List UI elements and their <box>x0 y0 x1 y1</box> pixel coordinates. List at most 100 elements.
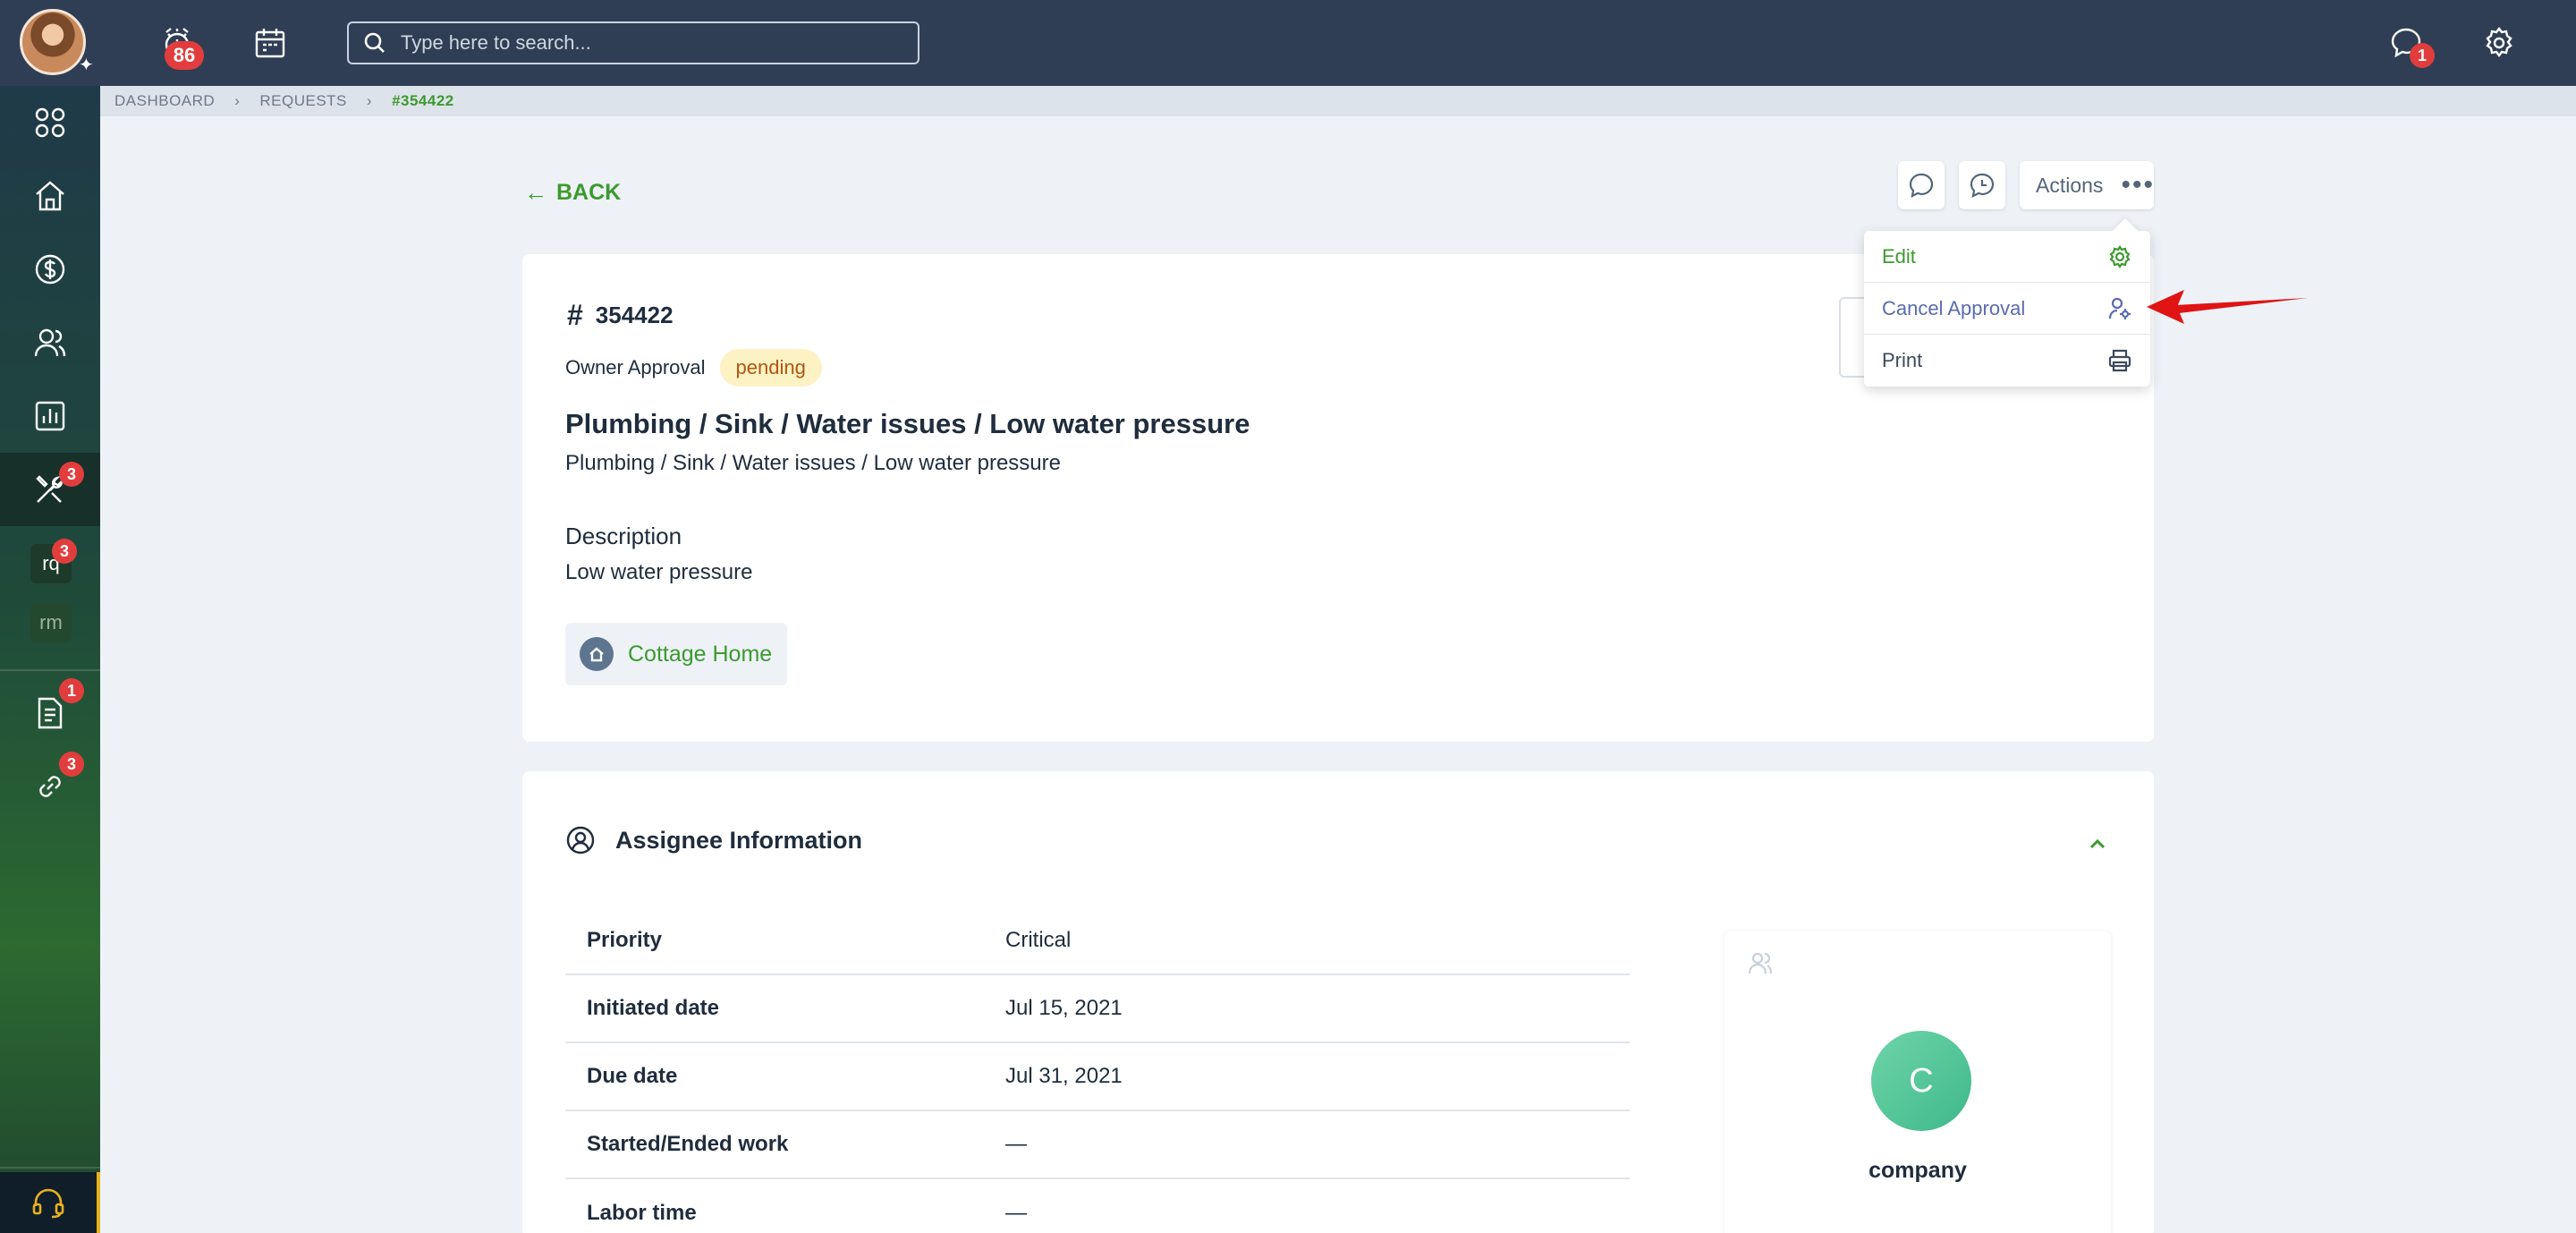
home-icon <box>36 181 64 211</box>
house-icon <box>580 637 614 671</box>
description-label: Description <box>565 523 682 549</box>
clock-history-icon <box>1970 173 1995 198</box>
printer-icon <box>2108 349 2131 372</box>
breadcrumb-dashboard[interactable]: DASHBOARD <box>114 92 215 110</box>
assignee-card: Assignee Information Priority Critical I… <box>522 771 2154 1233</box>
grid-icon <box>35 107 65 138</box>
settings-gear-icon[interactable] <box>2476 20 2522 66</box>
table-row: Initiated date Jul 15, 2021 <box>565 975 1630 1043</box>
table-row: Priority Critical <box>565 907 1630 975</box>
user-gear-icon <box>2108 297 2131 319</box>
search-icon <box>364 32 385 53</box>
menu-item-cancel-approval-label: Cancel Approval <box>1882 296 2026 319</box>
approval-label: Owner Approval <box>565 356 706 378</box>
property-name: Cottage Home <box>628 641 773 667</box>
link-icon <box>39 776 61 797</box>
menu-item-print[interactable]: Print <box>1864 335 2150 387</box>
sidebar-item-links[interactable] <box>0 750 100 823</box>
chart-icon <box>35 401 65 431</box>
sidebar: 3 rq 3 rm 1 3 <box>0 86 100 1233</box>
documents-badge: 1 <box>59 678 84 703</box>
user-avatar[interactable] <box>20 9 86 75</box>
sidebar-item-maintenance[interactable] <box>0 453 100 526</box>
actions-label: Actions <box>2036 173 2104 197</box>
users-icon <box>34 328 66 357</box>
request-id-value: 354422 <box>595 302 674 328</box>
messages-badge: 1 <box>2410 43 2435 68</box>
table-row: Due date Jul 31, 2021 <box>565 1043 1630 1111</box>
assignee-info-table: Priority Critical Initiated date Jul 15,… <box>565 907 1630 1233</box>
menu-item-edit[interactable]: Edit <box>1864 231 2150 283</box>
row-key: Started/Ended work <box>587 1132 789 1156</box>
rq-badge: 3 <box>52 539 77 564</box>
sidebar-item-documents[interactable] <box>0 676 100 750</box>
users-icon <box>1746 948 1775 982</box>
links-badge: 3 <box>59 752 84 777</box>
sidebar-item-home[interactable] <box>0 159 100 233</box>
actions-button[interactable]: Actions ••• <box>2020 161 2154 209</box>
breadcrumb: DASHBOARD › REQUESTS › #354422 <box>100 86 2576 116</box>
chevron-right-icon: › <box>234 92 241 109</box>
dollar-icon <box>35 254 65 285</box>
pin-icon: ✦ <box>79 55 94 75</box>
row-value: Jul 15, 2021 <box>1005 996 1123 1020</box>
sidebar-item-finance[interactable] <box>0 233 100 306</box>
sidebar-item-reports[interactable] <box>0 379 100 453</box>
gear-icon <box>2109 244 2131 268</box>
row-key: Labor time <box>587 1201 697 1225</box>
table-row: Started/Ended work — <box>565 1111 1630 1179</box>
hash-icon: # <box>567 299 583 331</box>
row-value: — <box>1005 1132 1027 1156</box>
maintenance-badge: 3 <box>59 462 84 487</box>
calendar-icon[interactable] <box>247 20 293 66</box>
sidebar-divider-bottom <box>0 1167 100 1169</box>
row-value: Critical <box>1005 928 1072 952</box>
property-chip[interactable]: Cottage Home <box>565 623 787 685</box>
back-button[interactable]: ← BACK <box>524 179 621 207</box>
chevron-up-icon <box>2089 838 2106 849</box>
history-button[interactable] <box>1959 161 2005 209</box>
notifications-badge: 86 <box>165 41 204 70</box>
row-key: Due date <box>587 1064 678 1088</box>
search-box[interactable] <box>347 21 919 64</box>
user-circle-icon <box>566 826 595 855</box>
category-title: Plumbing / Sink / Water issues / Low wat… <box>565 408 1250 439</box>
menu-item-cancel-approval[interactable]: Cancel Approval <box>1864 283 2150 335</box>
headset-icon <box>32 1188 64 1219</box>
arrow-left-icon: ← <box>524 179 547 206</box>
top-bar: ✦ 86 1 <box>0 0 2576 86</box>
red-pointer-arrow <box>2147 290 2308 324</box>
document-icon <box>38 697 63 729</box>
comment-icon <box>1909 173 1934 198</box>
request-id: # 354422 <box>567 299 674 332</box>
company-card[interactable]: C company <box>1724 931 2111 1233</box>
approval-status-row: Owner Approval pending <box>565 349 822 387</box>
menu-item-edit-label: Edit <box>1882 244 1916 268</box>
more-dots-icon: ••• <box>2121 170 2155 200</box>
status-badge: pending <box>719 349 822 387</box>
company-name: company <box>1868 1158 1967 1183</box>
chevron-right-icon: › <box>366 92 373 109</box>
row-value: — <box>1005 1201 1027 1225</box>
table-row: Labor time — <box>565 1179 1630 1233</box>
back-label: BACK <box>556 180 622 205</box>
assignee-heading: Assignee Information <box>565 825 862 855</box>
menu-item-print-label: Print <box>1882 349 1923 371</box>
description-value: Low water pressure <box>565 560 753 584</box>
sidebar-divider <box>0 669 100 671</box>
breadcrumb-requests[interactable]: REQUESTS <box>259 92 347 110</box>
collapse-button[interactable] <box>2086 832 2109 860</box>
sidebar-item-people[interactable] <box>0 306 100 379</box>
sidebar-item-rm[interactable]: rm <box>30 603 72 642</box>
search-input[interactable] <box>401 31 902 55</box>
assignee-heading-label: Assignee Information <box>615 826 863 854</box>
row-value: Jul 31, 2021 <box>1005 1064 1123 1088</box>
breadcrumb-current: #354422 <box>392 92 454 109</box>
category-subtitle: Plumbing / Sink / Water issues / Low wat… <box>565 451 1061 475</box>
actions-dropdown: Edit Cancel Approval Print <box>1864 231 2150 387</box>
sidebar-item-apps[interactable] <box>0 86 100 159</box>
company-avatar: C <box>1871 1031 1971 1131</box>
support-button[interactable] <box>0 1172 100 1233</box>
comments-button[interactable] <box>1898 161 1945 209</box>
row-key: Initiated date <box>587 996 720 1020</box>
